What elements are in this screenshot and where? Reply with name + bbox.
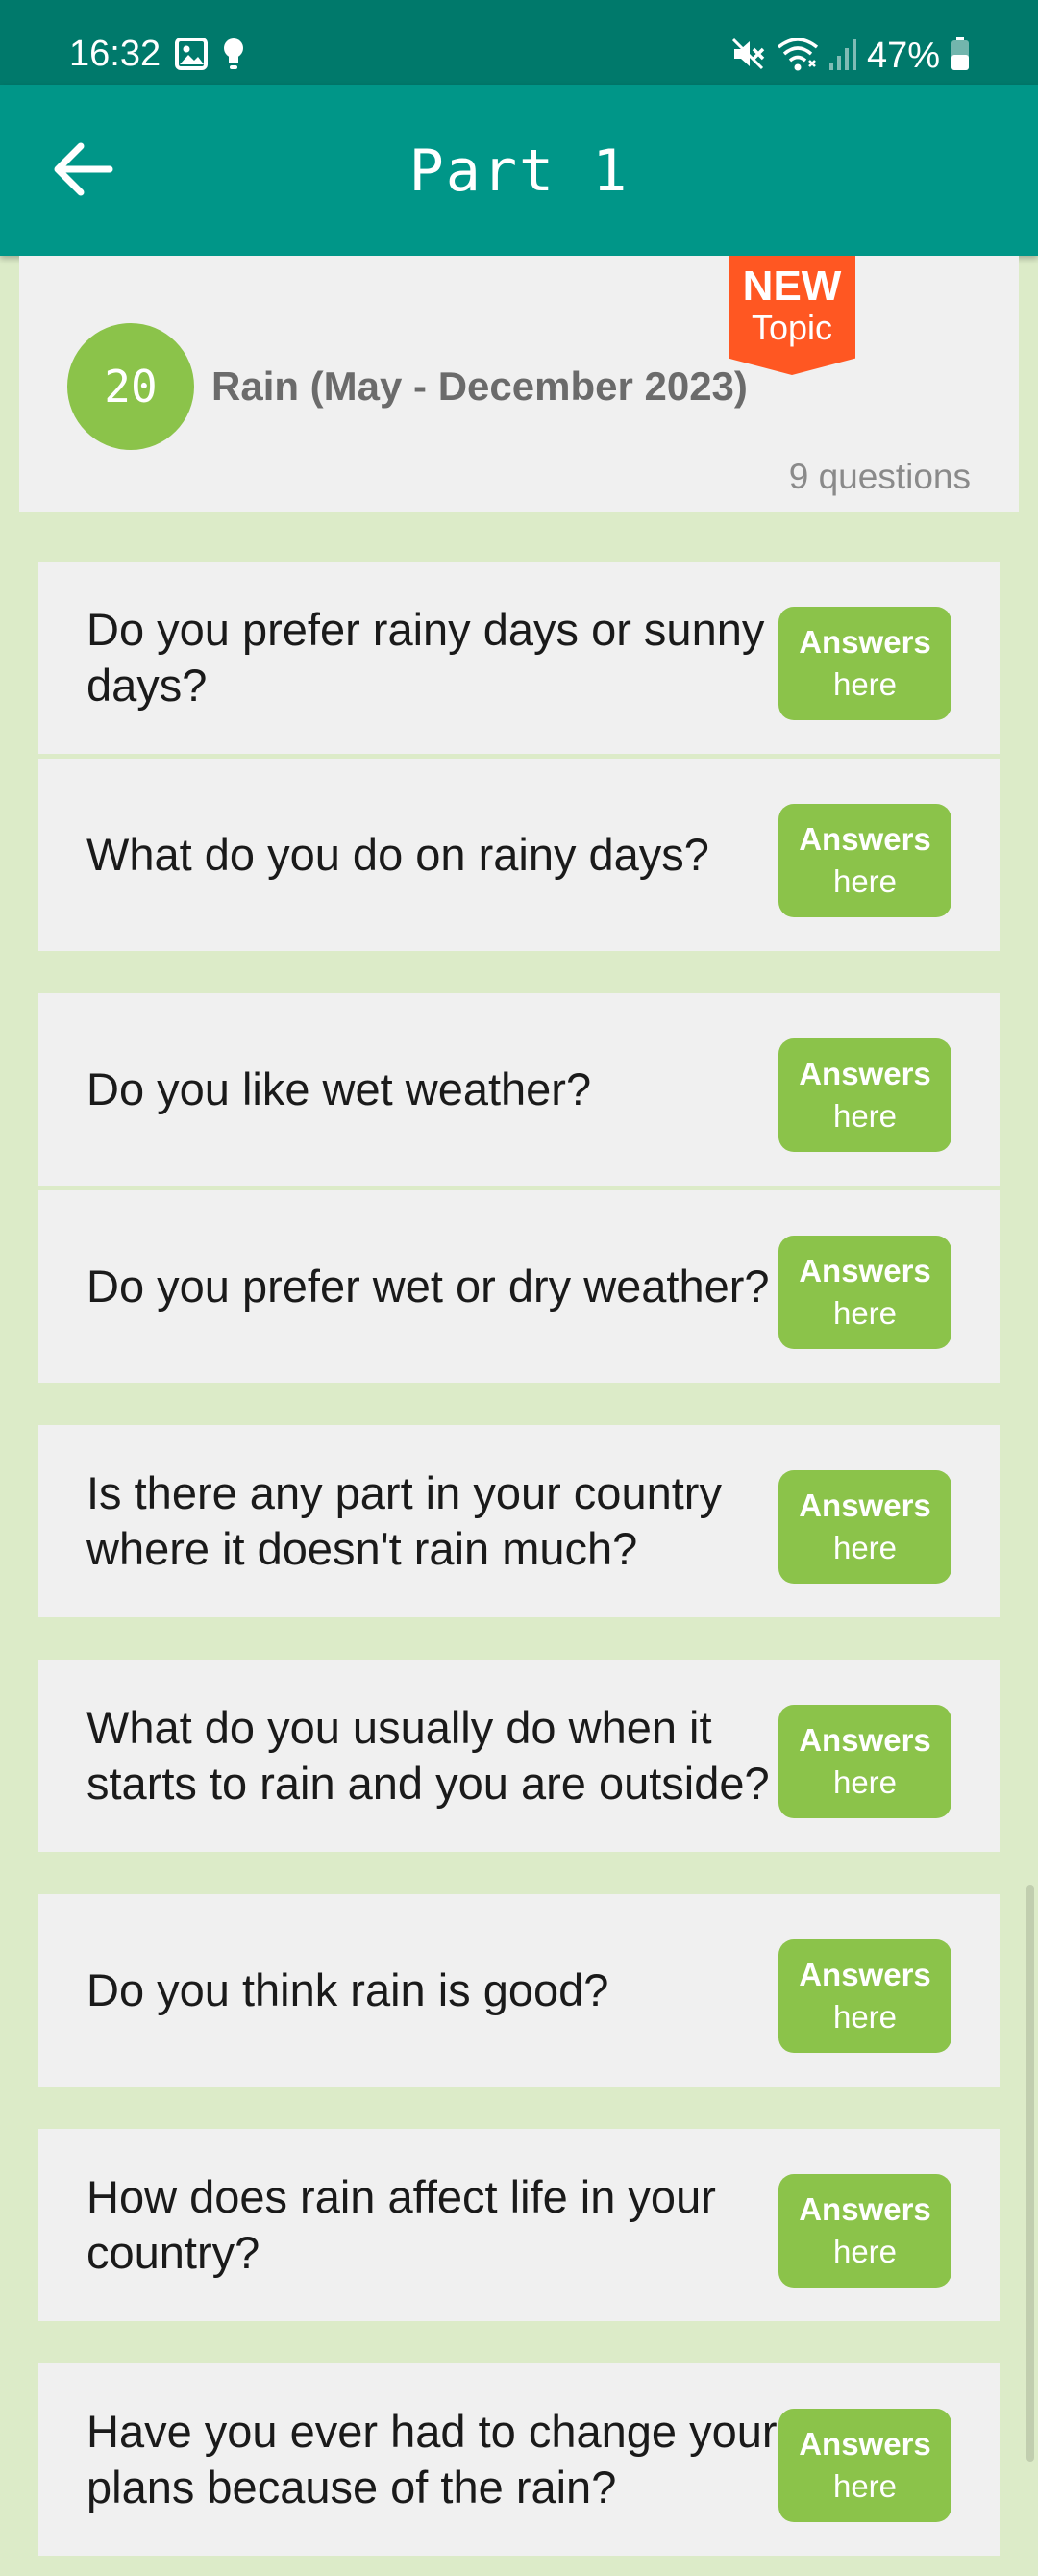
answers-button-label: Answers [799, 1722, 931, 1758]
answers-button-sublabel: here [832, 2234, 898, 2269]
question-text: How does rain affect life in your countr… [86, 2171, 716, 2278]
answers-here-button[interactable]: Answers here [778, 2174, 952, 2288]
signal-icon [828, 38, 857, 75]
status-time: 16:32 [69, 34, 161, 74]
question-text: Is there any part in your country where … [86, 1467, 722, 1574]
badge-new-label: NEW [742, 263, 842, 310]
scrollbar[interactable] [1026, 1885, 1034, 2462]
wifi-icon [777, 36, 819, 77]
question-text: Have you ever had to change your plans b… [86, 2406, 778, 2513]
question-card[interactable]: Do you prefer wet or dry weather? Answer… [38, 1190, 1000, 1383]
battery-icon [950, 36, 971, 77]
answers-button-label: Answers [799, 1488, 931, 1523]
bulb-icon [221, 37, 246, 76]
status-bar: 16:32 47% [0, 0, 1038, 85]
answers-here-button[interactable]: Answers here [778, 1939, 952, 2053]
answers-here-button[interactable]: Answers here [778, 804, 952, 917]
question-text: What do you do on rainy days? [86, 829, 709, 880]
question-card[interactable]: What do you usually do when it starts to… [38, 1660, 1000, 1852]
answers-button-sublabel: here [832, 2468, 898, 2504]
answers-here-button[interactable]: Answers here [778, 1038, 952, 1152]
mute-icon [730, 36, 767, 77]
answers-button-label: Answers [799, 821, 931, 857]
answers-button-label: Answers [799, 1253, 931, 1288]
question-card[interactable]: Is there any part in your country where … [38, 1425, 1000, 1617]
question-card[interactable]: How does rain affect life in your countr… [38, 2129, 1000, 2321]
answers-button-label: Answers [799, 2426, 931, 2462]
answers-button-sublabel: here [832, 1295, 898, 1331]
question-count: 9 questions [788, 457, 971, 496]
topic-title: Rain (May - December 2023) [211, 363, 748, 409]
answers-button-sublabel: here [832, 1764, 898, 1800]
question-text: Do you prefer rainy days or sunny days? [86, 604, 765, 711]
page-title: Part 1 [408, 138, 630, 205]
question-card[interactable]: Do you prefer rainy days or sunny days? … [38, 562, 1000, 754]
topic-number-badge: 20 [67, 323, 194, 450]
battery-percent: 47% [866, 36, 940, 76]
question-text: Do you prefer wet or dry weather? [86, 1261, 770, 1312]
answers-here-button[interactable]: Answers here [778, 607, 952, 720]
answers-button-sublabel: here [832, 666, 898, 702]
answers-button-sublabel: here [832, 1530, 898, 1565]
answers-button-label: Answers [799, 1056, 931, 1091]
app-bar: Part 1 [0, 85, 1038, 256]
answers-here-button[interactable]: Answers here [778, 2409, 952, 2522]
answers-button-sublabel: here [832, 1999, 898, 2035]
answers-here-button[interactable]: Answers here [778, 1470, 952, 1584]
topic-card[interactable]: 20 Rain (May - December 2023) 9 question… [19, 256, 1019, 512]
question-text: Do you like wet weather? [86, 1063, 592, 1114]
question-text: Do you think rain is good? [86, 1964, 609, 2015]
answers-here-button[interactable]: Answers here [778, 1236, 952, 1349]
question-card[interactable]: Do you like wet weather? Answers here [38, 993, 1000, 1186]
new-topic-badge: NEW Topic [729, 256, 855, 375]
answers-button-label: Answers [799, 2191, 931, 2227]
question-card[interactable]: What do you do on rainy days? Answers he… [38, 759, 1000, 951]
badge-topic-label: Topic [751, 308, 833, 347]
answers-button-sublabel: here [832, 863, 898, 899]
answers-button-label: Answers [799, 624, 931, 660]
question-card[interactable]: Do you think rain is good? Answers here [38, 1894, 1000, 2087]
answers-button-label: Answers [799, 1957, 931, 1992]
gallery-icon [175, 37, 208, 75]
question-card[interactable]: Have you ever had to change your plans b… [38, 2363, 1000, 2556]
question-text: What do you usually do when it starts to… [86, 1702, 770, 1809]
answers-button-sublabel: here [832, 1098, 898, 1134]
answers-here-button[interactable]: Answers here [778, 1705, 952, 1818]
